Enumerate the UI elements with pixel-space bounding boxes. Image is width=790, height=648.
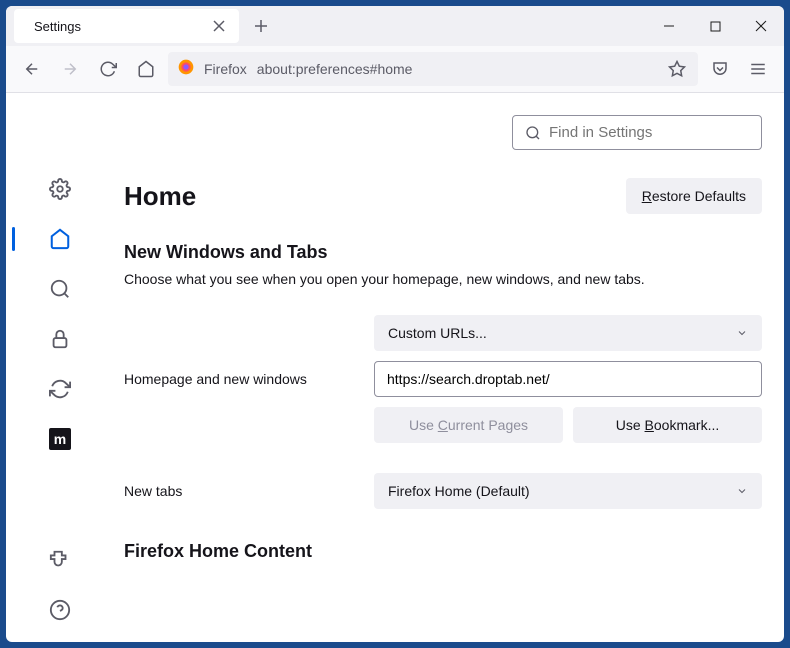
address-label: Firefox — [204, 61, 247, 77]
search-icon — [525, 125, 541, 141]
use-current-pages-button[interactable]: Use Current Pages — [374, 407, 563, 443]
newtabs-label: New tabs — [124, 483, 374, 499]
tab-settings[interactable]: Settings — [14, 9, 239, 43]
menu-button[interactable] — [742, 53, 774, 85]
address-url: about:preferences#home — [257, 61, 656, 77]
maximize-button[interactable] — [692, 6, 738, 46]
homepage-select-value: Custom URLs... — [388, 325, 487, 341]
homepage-select[interactable]: Custom URLs... — [374, 315, 762, 351]
forward-button[interactable] — [54, 53, 86, 85]
settings-search[interactable] — [512, 115, 762, 150]
pocket-icon[interactable] — [704, 53, 736, 85]
tab-title: Settings — [34, 19, 203, 34]
chevron-down-icon — [736, 327, 748, 339]
main-content: Home RRestore Defaultsestore Defaults Ne… — [114, 93, 784, 642]
sidebar-item-search[interactable] — [42, 271, 78, 307]
newtabs-select[interactable]: Firefox Home (Default) — [374, 473, 762, 509]
section2-title: Firefox Home Content — [124, 541, 762, 562]
newtabs-select-value: Firefox Home (Default) — [388, 483, 530, 499]
back-button[interactable] — [16, 53, 48, 85]
section-desc: Choose what you see when you open your h… — [124, 271, 762, 287]
reload-button[interactable] — [92, 53, 124, 85]
titlebar: Settings — [6, 6, 784, 46]
sidebar-item-home[interactable] — [42, 221, 78, 257]
sidebar-item-help[interactable] — [42, 592, 78, 628]
toolbar: Firefox about:preferences#home — [6, 46, 784, 93]
close-window-button[interactable] — [738, 6, 784, 46]
close-icon[interactable] — [211, 18, 227, 34]
restore-defaults-button[interactable]: RRestore Defaultsestore Defaults — [626, 178, 762, 214]
section-title: New Windows and Tabs — [124, 242, 762, 263]
new-tab-button[interactable] — [245, 10, 277, 42]
extension-icon: m — [49, 428, 71, 450]
search-input[interactable] — [549, 124, 749, 141]
page-title: Home — [124, 181, 196, 212]
chevron-down-icon — [736, 485, 748, 497]
use-bookmark-button[interactable]: Use Bookmark... — [573, 407, 762, 443]
star-icon[interactable] — [666, 58, 688, 80]
address-bar[interactable]: Firefox about:preferences#home — [168, 52, 698, 86]
sidebar-item-sync[interactable] — [42, 371, 78, 407]
sidebar-item-extensions[interactable] — [42, 542, 78, 578]
sidebar-item-privacy[interactable] — [42, 321, 78, 357]
sidebar-item-extension[interactable]: m — [42, 421, 78, 457]
homepage-url-input[interactable] — [374, 361, 762, 397]
homepage-field-label: Homepage and new windows — [124, 371, 374, 387]
sidebar-item-general[interactable] — [42, 171, 78, 207]
home-button[interactable] — [130, 53, 162, 85]
firefox-icon — [178, 59, 194, 80]
sidebar: m — [6, 93, 114, 642]
minimize-button[interactable] — [646, 6, 692, 46]
